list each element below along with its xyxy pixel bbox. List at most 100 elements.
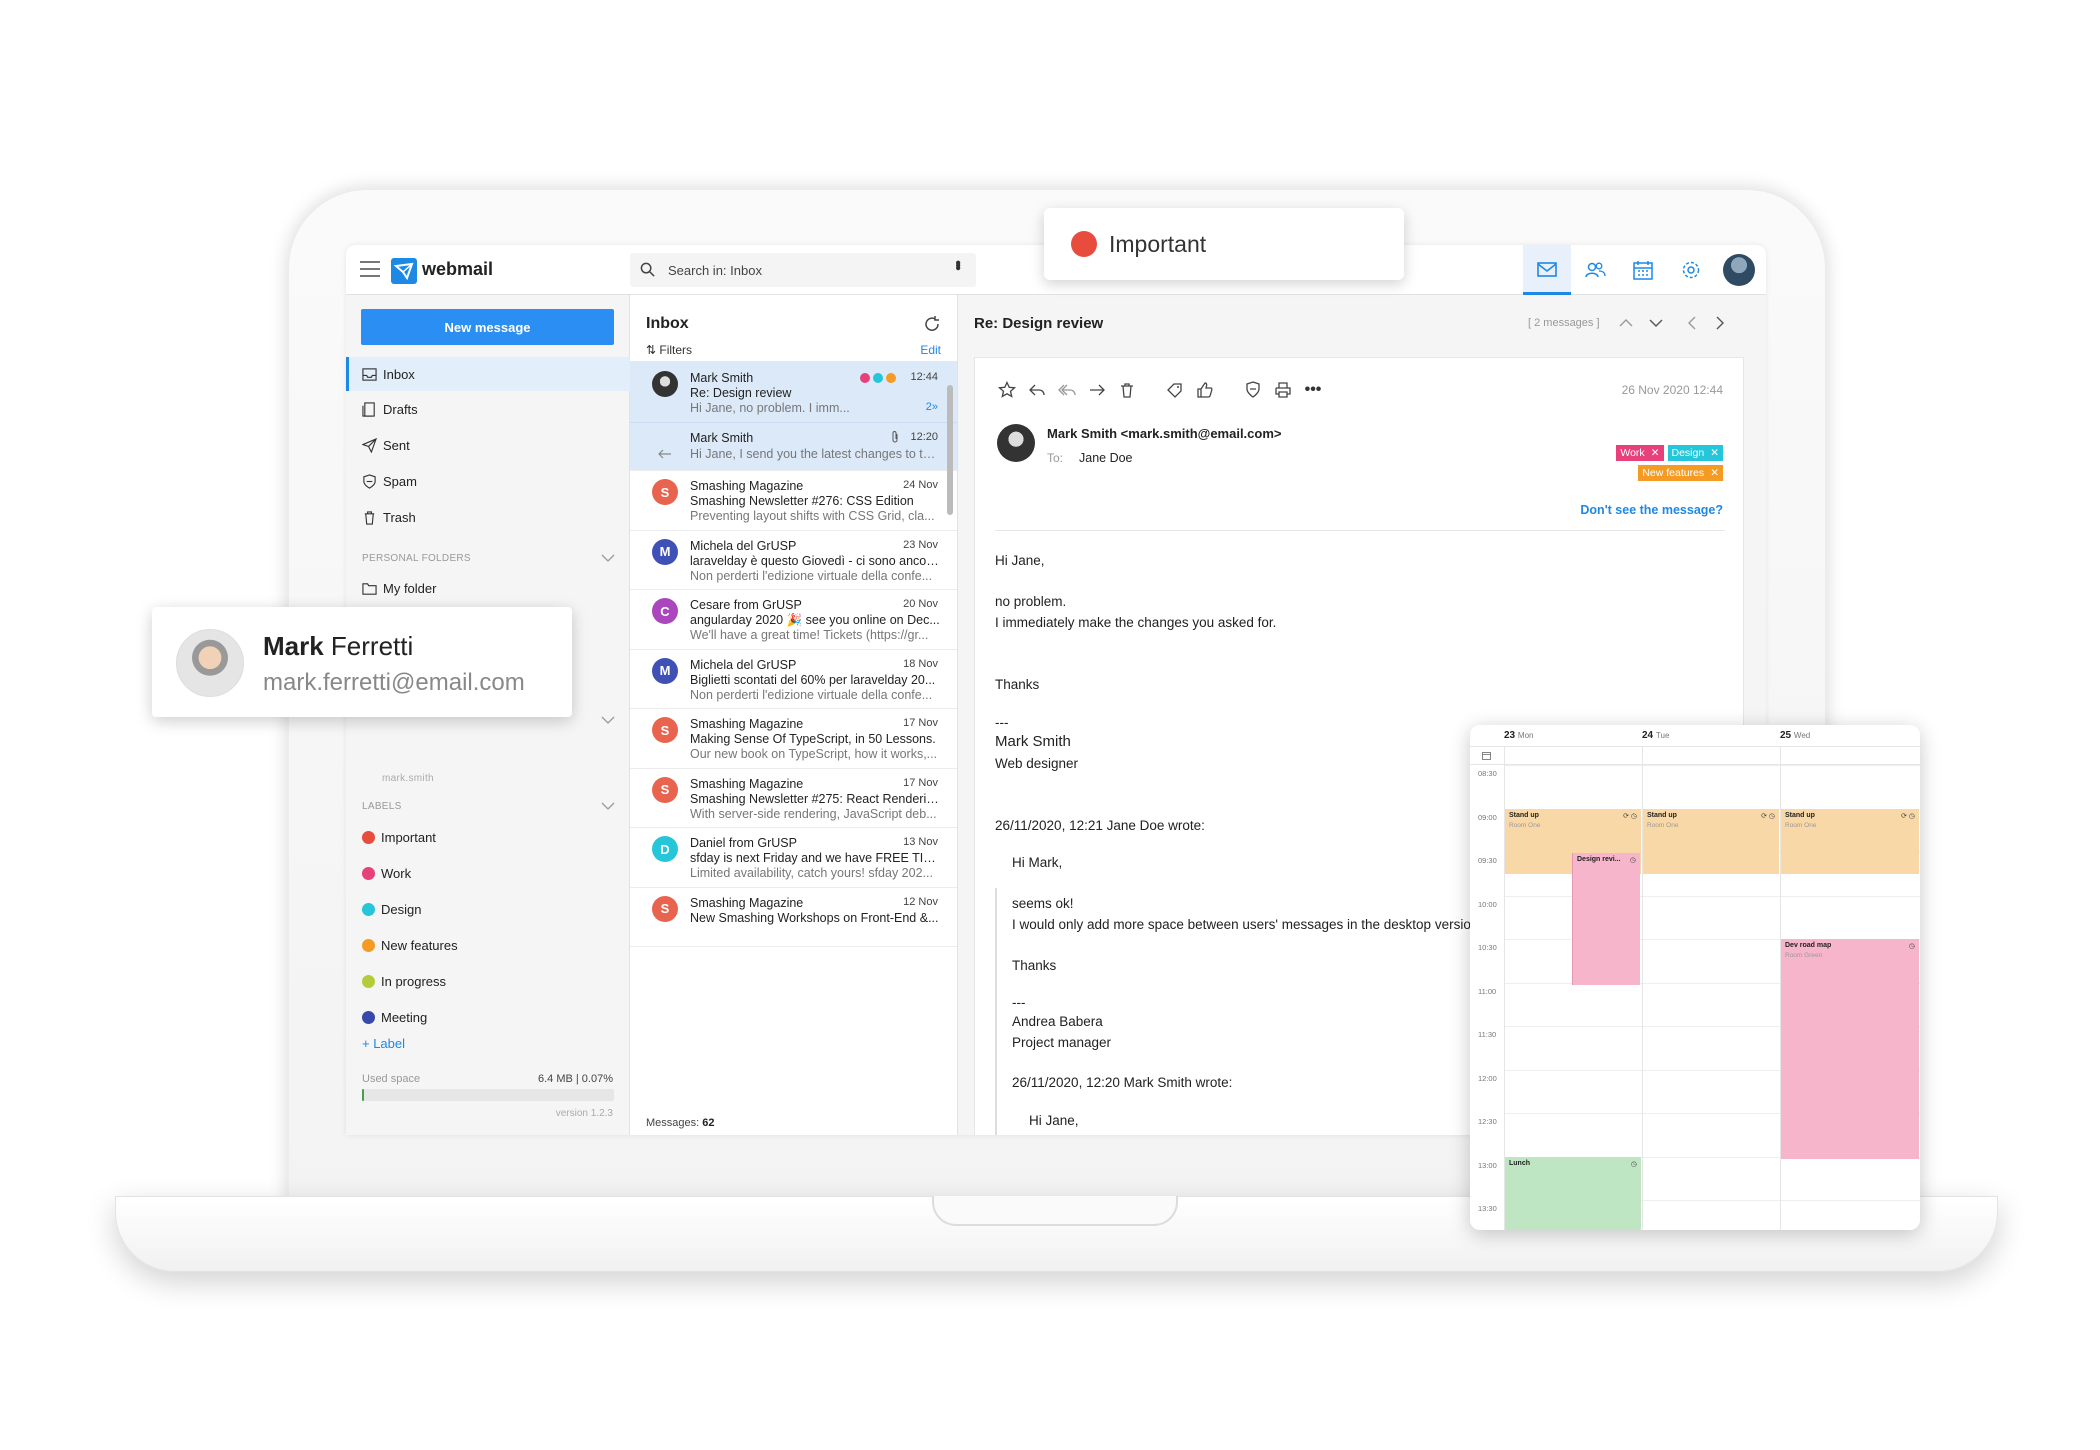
message-date: 20 Nov [903,598,938,610]
calendar-icon[interactable] [1619,245,1667,295]
message-preview: Hi Jane, I send you the latest changes t… [690,447,940,461]
user-avatar[interactable] [1715,245,1763,295]
message-from: Mark Smith [690,431,754,445]
sidebar-item-drafts[interactable]: Drafts [346,392,630,426]
chevron-right-icon[interactable] [1712,315,1728,331]
calendar-event[interactable]: Dev road map Room Green ◷ [1781,939,1919,1159]
event-title: Stand up [1785,812,1815,819]
list-item[interactable]: D Daniel from GrUSP 13 Nov sfday is next Fr… [630,828,957,888]
signature-name: Mark Smith [995,733,1071,750]
reply-all-icon[interactable] [1057,380,1077,400]
chevron-left-icon[interactable] [1684,315,1700,331]
close-icon[interactable]: ✕ [1710,447,1719,459]
message-from: Cesare from GrUSP [690,598,802,612]
search-input[interactable]: Search in: Inbox ••• [630,253,976,287]
chevron-down-icon[interactable] [601,716,615,724]
calendar-event[interactable]: Stand up Room One ⟳ ◷ [1643,809,1779,874]
label-important[interactable]: Important [362,827,436,847]
message-list: Inbox ⇅ Filters Edit Mark Smith 12:44 Re… [630,295,958,1135]
list-item[interactable]: C Cesare from GrUSP 20 Nov angularday 2020 … [630,590,957,650]
list-item[interactable]: M Michela del GrUSP 23 Nov laravelday è que… [630,531,957,590]
add-label-button[interactable]: + Label [362,1036,405,1051]
list-item[interactable]: S Smashing Magazine 12 Nov New Smashing Wor… [630,888,957,947]
list-scrollbar[interactable] [947,385,953,515]
list-title: Inbox [646,315,689,332]
message-date: 18 Nov [903,657,938,670]
dont-see-message-link[interactable]: Don't see the message? [1580,503,1723,517]
important-label-popup[interactable]: Important [1044,208,1404,280]
settings-icon[interactable] [1667,245,1715,295]
spam-shield-icon[interactable] [1243,380,1263,400]
chevron-down-icon[interactable] [601,554,615,562]
chevron-down-icon[interactable] [1648,315,1664,331]
delete-icon[interactable] [1117,380,1137,400]
refresh-icon[interactable] [923,315,941,333]
sidebar-item-label: Spam [383,473,417,489]
sidebar-item-label: Trash [383,509,416,525]
label-in-progress[interactable]: In progress [362,971,446,991]
list-item[interactable]: S Smashing Magazine 24 Nov Smashing Newslet… [630,471,957,531]
event-title: Dev road map [1785,942,1832,949]
list-item[interactable]: S Smashing Magazine 17 Nov Making Sense Of … [630,709,957,769]
label-work[interactable]: Work [362,863,411,883]
mail-icon[interactable] [1523,245,1571,295]
list-item[interactable]: S Smashing Magazine 17 Nov Smashing Newslet… [630,769,957,828]
quote-line: Project manager [1012,1035,1112,1050]
calendar-time: 13:00 [1478,1160,1497,1170]
sidebar-item-sent[interactable]: Sent [346,428,630,462]
list-item[interactable]: M Michela del GrUSP 18 Nov Biglietti sconta… [630,650,957,709]
calendar-event[interactable]: Design revi... ◷ [1572,853,1640,985]
message-subject: sfday is next Friday and we have FREE TI… [690,851,940,865]
thread-count[interactable]: 2» [926,401,938,413]
more-options-icon[interactable]: ••• [948,260,966,268]
sender-avatar [997,424,1035,462]
label-design[interactable]: Design [362,899,421,919]
label-text: Meeting [381,1009,428,1025]
list-item[interactable]: Mark Smith 12:44 Re: Design review Hi Ja… [630,361,957,423]
label-text: In progress [381,973,447,989]
search-icon [640,262,655,277]
star-icon[interactable] [997,380,1017,400]
stage: webmail Search in: Inbox ••• New message… [0,0,2100,1450]
label-meeting[interactable]: Meeting [362,1007,427,1027]
more-icon[interactable]: ••• [1303,380,1323,400]
sent-icon [362,437,377,453]
calendar-time: 09:00 [1478,812,1497,822]
chevron-up-icon[interactable] [1618,315,1634,331]
tag-design: Design ✕ [1667,445,1723,461]
sidebar-item-my-folder[interactable]: My folder [346,571,630,605]
label-new-features[interactable]: New features [362,935,458,955]
label-tag-icon[interactable] [1165,380,1185,400]
list-item[interactable]: Mark Smith 12:20 Hi Jane, I send you the… [630,423,957,471]
quote-header: 26/11/2020, 12:21 Jane Doe wrote: [995,818,1205,833]
menu-icon[interactable] [360,261,380,277]
calendar-event[interactable]: Lunch ◷ [1505,1157,1641,1230]
message-recipient[interactable]: Jane Doe [1079,451,1133,465]
new-message-button[interactable]: New message [361,309,614,345]
quote-header: 26/11/2020, 12:20 Mark Smith wrote: [1012,1075,1233,1090]
used-space-label: Used space [362,1073,421,1085]
message-from: Michela del GrUSP [690,538,797,553]
chevron-down-icon[interactable] [601,802,615,810]
quote-bar [995,888,997,1135]
contacts-icon[interactable] [1571,245,1619,295]
edit-button[interactable]: Edit [920,343,941,357]
message-sender[interactable]: Mark Smith <mark.smith@email.com> [1047,426,1282,441]
event-room: Room One [1509,822,1541,829]
close-icon[interactable]: ✕ [1651,447,1660,459]
contact-card[interactable]: Mark Ferretti mark.ferretti@email.com [152,607,572,717]
close-icon[interactable]: ✕ [1710,467,1719,479]
print-icon[interactable] [1273,380,1293,400]
sidebar-item-spam[interactable]: Spam [346,464,630,498]
version: version 1.2.3 [555,1108,613,1119]
event-status-icon: ⟳ ◷ [1623,813,1637,820]
sidebar-item-inbox[interactable]: Inbox [346,357,630,391]
sidebar-item-label: My folder [383,580,437,596]
calendar-event[interactable]: Stand up Room One ⟳ ◷ [1781,809,1919,874]
message-subject: Re: Design review [690,386,792,400]
reply-icon[interactable] [1027,380,1047,400]
forward-icon[interactable] [1087,380,1107,400]
sidebar-item-trash[interactable]: Trash [346,500,630,534]
filters-button[interactable]: ⇅ Filters [646,343,692,357]
thumbs-up-icon[interactable] [1195,380,1215,400]
